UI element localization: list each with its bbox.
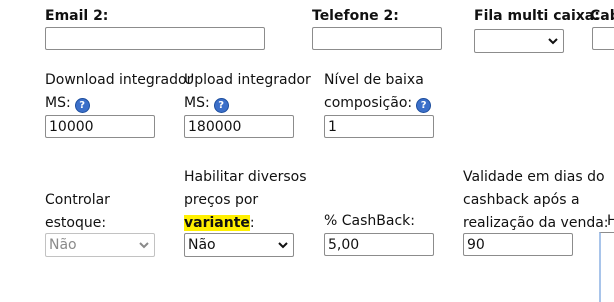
download-label-line1: Download integrador bbox=[45, 72, 193, 88]
estoque-label-line1: Controlar bbox=[45, 192, 110, 208]
download-integrador-input[interactable] bbox=[45, 115, 155, 138]
chevron-down-icon bbox=[278, 242, 288, 249]
upload-integrador-label: Upload integrador MS:? bbox=[184, 69, 311, 115]
cashback-input[interactable] bbox=[324, 233, 434, 256]
telefone2-label: Telefone 2: bbox=[312, 8, 399, 24]
precos-label-line1: Habilitar diversos bbox=[184, 169, 307, 185]
habilitar-precos-select[interactable]: Não bbox=[184, 233, 294, 257]
validade-cashback-input[interactable] bbox=[463, 233, 573, 256]
nivel-baixa-input[interactable] bbox=[324, 115, 434, 138]
precos-label-suffix: : bbox=[249, 215, 255, 231]
upload-label-line2: MS: bbox=[184, 95, 210, 111]
precos-label-line2: preços por bbox=[184, 192, 259, 208]
download-label-line2: MS: bbox=[45, 95, 71, 111]
cab-label-partial: Cab bbox=[590, 8, 614, 24]
email2-label: Email 2: bbox=[45, 8, 109, 24]
download-integrador-label: Download integrador MS:? bbox=[45, 69, 192, 115]
chevron-down-icon bbox=[139, 242, 149, 249]
help-icon[interactable]: ? bbox=[416, 98, 432, 113]
variante-highlight: variante bbox=[184, 215, 250, 231]
partial-label: H bbox=[607, 213, 614, 229]
chevron-down-icon bbox=[548, 38, 558, 45]
controlar-estoque-select[interactable]: Não bbox=[45, 233, 155, 257]
partial-field-edge[interactable] bbox=[599, 232, 614, 302]
validade-label-line3: realização da venda: bbox=[463, 215, 609, 231]
nivel-label-line2: composição: bbox=[324, 95, 413, 111]
controlar-estoque-label: Controlar estoque: bbox=[45, 189, 110, 235]
estoque-select-value: Não bbox=[49, 237, 77, 253]
help-icon[interactable]: ? bbox=[213, 98, 229, 113]
cashback-label: % CashBack: bbox=[324, 213, 415, 229]
fila-multi-caixa-label: Fila multi caixa: bbox=[474, 8, 600, 24]
nivel-baixa-label: Nível de baixa composição:? bbox=[324, 69, 432, 115]
fila-multi-caixa-select[interactable] bbox=[474, 29, 564, 53]
help-icon[interactable]: ? bbox=[74, 98, 90, 113]
upload-integrador-input[interactable] bbox=[184, 115, 294, 138]
habilitar-precos-label: Habilitar diversos preços por variante: bbox=[184, 166, 307, 235]
validade-label-line1: Validade em dias do bbox=[463, 169, 605, 185]
upload-label-line1: Upload integrador bbox=[184, 72, 311, 88]
estoque-label-line2: estoque: bbox=[45, 215, 107, 231]
cab-input-partial[interactable] bbox=[592, 27, 614, 50]
validade-cashback-label: Validade em dias do cashback após a real… bbox=[463, 166, 609, 235]
validade-label-line2: cashback após a bbox=[463, 192, 580, 208]
precos-select-value: Não bbox=[188, 237, 216, 253]
email2-input[interactable] bbox=[45, 27, 265, 50]
nivel-label-line1: Nível de baixa bbox=[324, 72, 424, 88]
telefone2-input[interactable] bbox=[312, 27, 442, 50]
